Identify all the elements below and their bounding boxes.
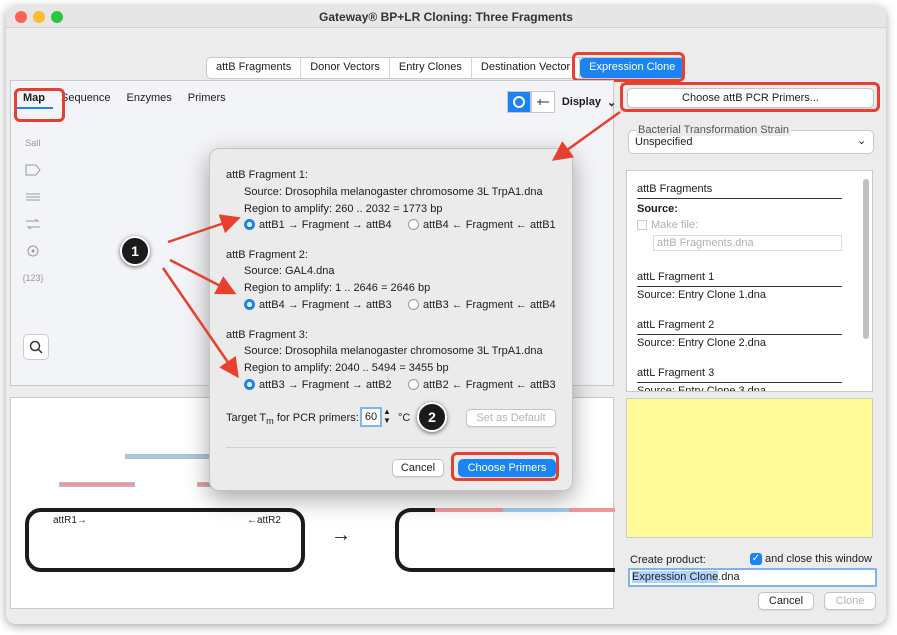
- annotation-arrows: [161, 110, 621, 379]
- arrow-to-dialog: [551, 110, 621, 161]
- callout-1: 1: [120, 236, 150, 266]
- arrow-to-fragment-2: [169, 258, 237, 295]
- arrow-to-fragment-3: [161, 267, 239, 379]
- callout-2: 2: [417, 402, 447, 432]
- arrow-to-fragment-1: [167, 214, 241, 244]
